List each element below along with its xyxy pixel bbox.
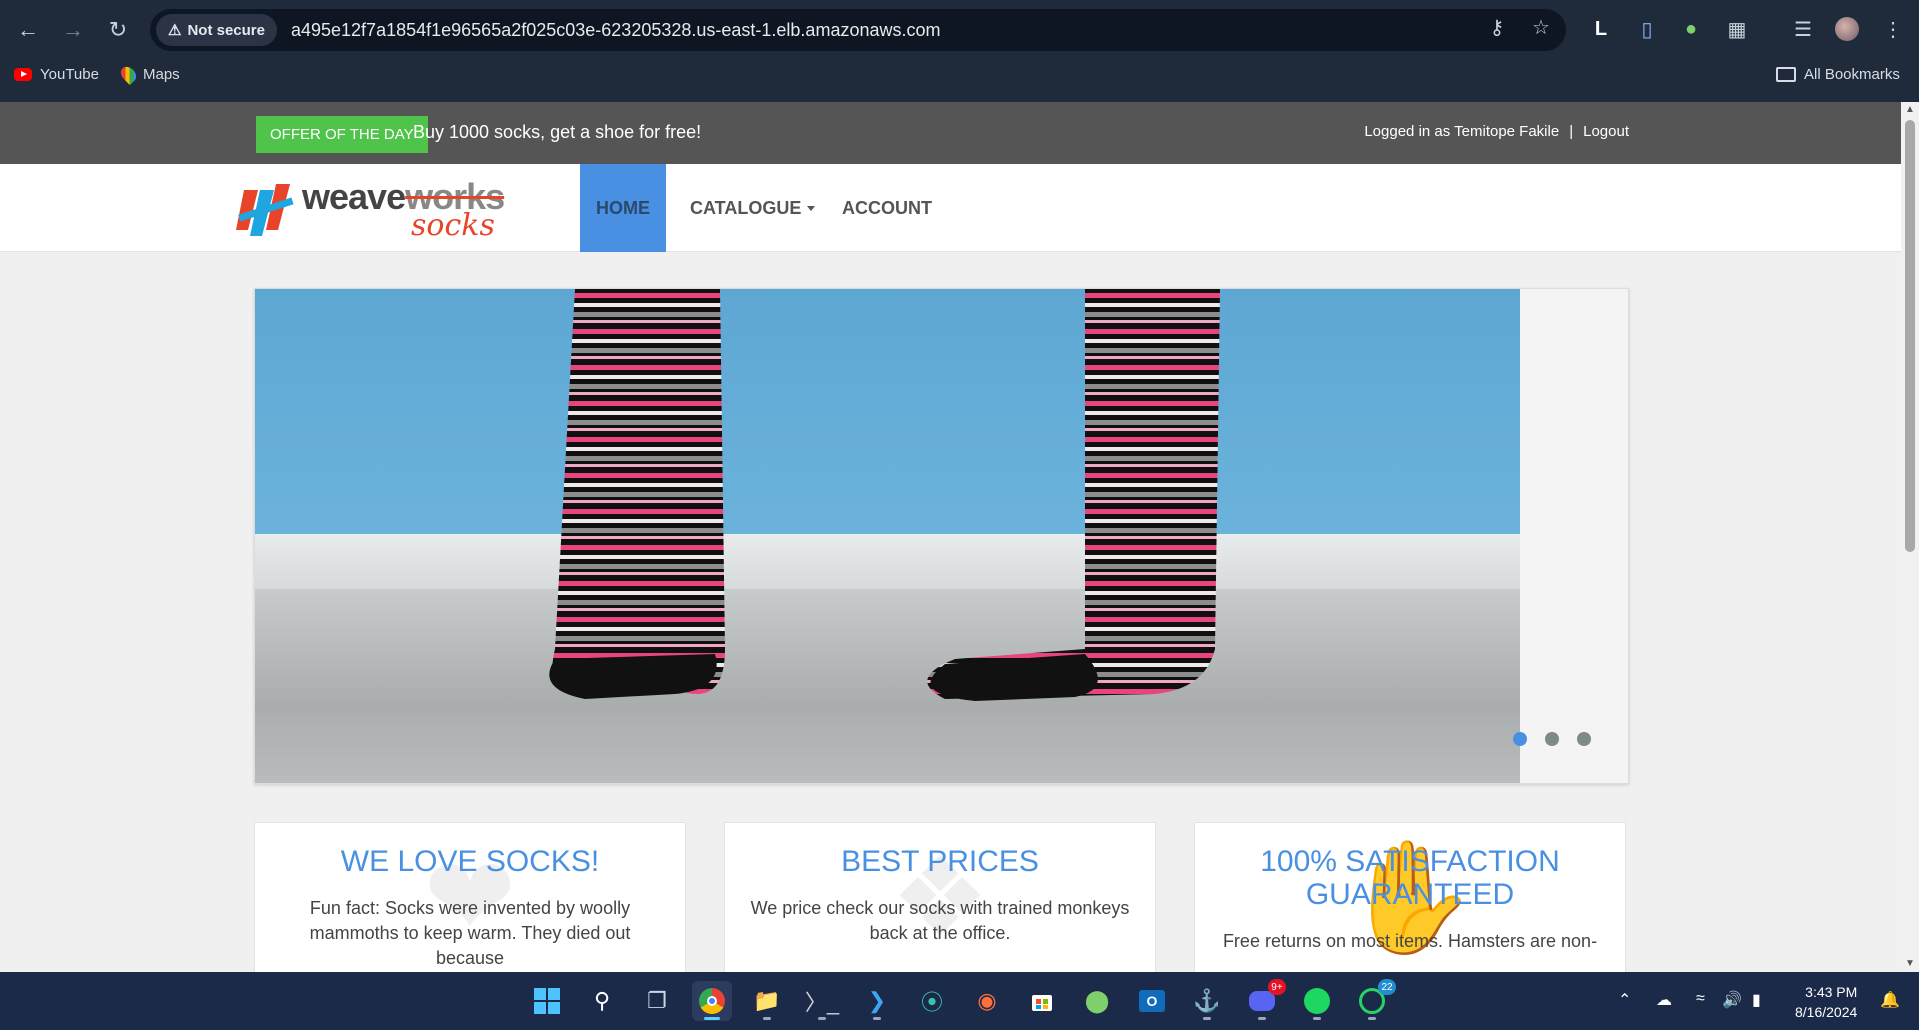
firefox-icon[interactable]: ◉ — [967, 981, 1007, 1021]
carousel-dot-2[interactable] — [1545, 732, 1559, 746]
notifications-icon[interactable]: 🔔 — [1880, 990, 1900, 1010]
extension-l-icon[interactable]: L — [1586, 14, 1616, 44]
extension-docs-icon[interactable]: ▯ — [1632, 14, 1662, 44]
vscode-icon[interactable]: ❯ — [857, 981, 897, 1021]
volume-icon[interactable]: 🔊 — [1722, 990, 1742, 1010]
store-icon[interactable] — [1022, 981, 1062, 1021]
carousel-slide-image — [255, 289, 1520, 783]
offer-bar: OFFER OF THE DAY Buy 1000 socks, get a s… — [0, 102, 1901, 164]
all-bookmarks-label: All Bookmarks — [1804, 66, 1900, 83]
bookmark-star-icon[interactable]: ☆ — [1526, 15, 1556, 40]
url-text[interactable]: a495e12f7a1854f1e96565a2f025c03e-6232053… — [291, 20, 941, 41]
media-controls-icon[interactable]: ☰ — [1788, 14, 1818, 44]
docker-tray-icon[interactable]: ☁ — [1656, 990, 1672, 1010]
nav-home[interactable]: HOME — [580, 164, 666, 252]
search-icon[interactable]: ⚲ — [582, 981, 622, 1021]
browser-toolbar: ← → ↻ ⚠ Not secure a495e12f7a1854f1e9656… — [0, 0, 1919, 102]
kebab-menu-icon[interactable]: ⋮ — [1878, 14, 1908, 44]
task-view-icon[interactable]: ❐ — [637, 981, 677, 1021]
battery-icon[interactable]: ▮ — [1752, 990, 1761, 1010]
whatsapp-icon[interactable]: 22 — [1352, 979, 1396, 1021]
caret-down-icon — [807, 205, 816, 211]
windows-taskbar: ⚲ ❐ 📁 〉_ ❯ ⦿ ◉ ⬤ O ⚓ 9+ 22 ⌃ ☁ ≈ 🔊 ▮ 3:4… — [0, 972, 1919, 1030]
colorful-app-icon[interactable]: ⬤ — [1077, 981, 1117, 1021]
system-clock[interactable]: 3:43 PM 8/16/2024 — [1795, 982, 1857, 1022]
scroll-down-icon[interactable]: ▼ — [1905, 958, 1915, 969]
feature-text: Free returns on most items. Hamsters are… — [1222, 931, 1598, 951]
file-explorer-icon[interactable]: 📁 — [747, 981, 787, 1021]
windows-start-icon[interactable] — [527, 981, 567, 1021]
spotify-icon[interactable] — [1297, 981, 1337, 1021]
clock-time: 3:43 PM — [1805, 984, 1858, 1000]
weaveworks-logo[interactable]: weaveworks socks — [236, 176, 536, 243]
feature-text: Fun fact: Socks were invented by woolly … — [309, 898, 631, 968]
carousel-dot-3[interactable] — [1577, 732, 1591, 746]
main-navbar: weaveworks socks HOME CATALOGUE ACCOUNT — [0, 164, 1901, 252]
back-icon[interactable]: ← — [10, 12, 46, 48]
logout-link[interactable]: Logout — [1583, 123, 1629, 140]
clock-date: 8/16/2024 — [1795, 1004, 1858, 1020]
feature-love-socks: ❤ WE LOVE SOCKS! Fun fact: Socks were in… — [254, 822, 686, 972]
edge-icon[interactable]: ⦿ — [912, 981, 952, 1021]
page-viewport: OFFER OF THE DAY Buy 1000 socks, get a s… — [0, 102, 1901, 972]
all-bookmarks[interactable]: All Bookmarks — [1776, 66, 1900, 83]
security-chip[interactable]: ⚠ Not secure — [156, 14, 277, 46]
security-label: Not secure — [187, 21, 265, 39]
wifi-icon[interactable]: ≈ — [1696, 990, 1705, 1008]
terminal-icon[interactable]: 〉_ — [802, 981, 842, 1021]
bookmark-maps-label: Maps — [143, 66, 180, 83]
reload-icon[interactable]: ↻ — [100, 12, 136, 48]
page-scrollbar[interactable]: ▲ ▼ — [1901, 102, 1919, 972]
weaveworks-mark-icon — [236, 184, 294, 236]
password-key-icon[interactable]: ⚷ — [1482, 15, 1512, 40]
outlook-icon[interactable]: O — [1132, 981, 1172, 1021]
profile-avatar-icon[interactable] — [1832, 14, 1862, 44]
feature-best-prices: ❖ BEST PRICES We price check our socks w… — [724, 822, 1156, 972]
maps-icon — [117, 63, 140, 86]
nav-catalogue-label: CATALOGUE — [690, 197, 802, 218]
whatsapp-badge: 22 — [1378, 979, 1396, 995]
nav-catalogue[interactable]: CATALOGUE — [690, 164, 816, 252]
striped-socks-illustration — [549, 289, 1220, 701]
carousel-dot-1[interactable] — [1513, 732, 1527, 746]
offer-text: Buy 1000 socks, get a shoe for free! — [413, 122, 702, 142]
address-bar[interactable]: ⚠ Not secure a495e12f7a1854f1e96565a2f02… — [150, 9, 1566, 51]
offer-badge: OFFER OF THE DAY — [256, 116, 428, 153]
discord-icon[interactable]: 9+ — [1242, 979, 1286, 1021]
warning-icon: ⚠ — [168, 22, 182, 39]
extension-colorful-icon[interactable]: ● — [1676, 14, 1706, 44]
bookmark-youtube-label: YouTube — [40, 66, 99, 83]
feature-title: 100% SATISFACTION GUARANTEED — [1260, 845, 1560, 911]
bookmark-maps[interactable]: Maps — [117, 63, 180, 86]
folder-icon — [1776, 67, 1796, 82]
chevron-up-icon[interactable]: ⌃ — [1618, 990, 1631, 1010]
chrome-icon[interactable] — [692, 981, 732, 1021]
logo-socks-text: socks — [411, 208, 495, 243]
logged-in-label: Logged in as Temitope Fakile — [1364, 123, 1560, 140]
forward-icon[interactable]: → — [55, 12, 91, 48]
scroll-thumb[interactable] — [1905, 120, 1915, 552]
feature-title: BEST PRICES — [841, 845, 1039, 878]
feature-title: WE LOVE SOCKS! — [340, 845, 600, 878]
discord-badge: 9+ — [1268, 979, 1286, 995]
scroll-up-icon[interactable]: ▲ — [1905, 104, 1915, 115]
account-info: Logged in as Temitope Fakile | Logout — [1364, 123, 1629, 140]
youtube-icon — [14, 68, 32, 81]
nav-account[interactable]: ACCOUNT — [842, 164, 932, 252]
separator: | — [1569, 123, 1574, 140]
feature-text: We price check our socks with trained mo… — [750, 898, 1130, 943]
feature-satisfaction: ✋ 100% SATISFACTION GUARANTEED Free retu… — [1194, 822, 1626, 972]
hero-carousel[interactable] — [254, 288, 1629, 784]
extensions-puzzle-icon[interactable]: ▦ — [1722, 14, 1752, 44]
bookmark-youtube[interactable]: YouTube — [14, 66, 99, 83]
docker-icon[interactable]: ⚓ — [1187, 981, 1227, 1021]
